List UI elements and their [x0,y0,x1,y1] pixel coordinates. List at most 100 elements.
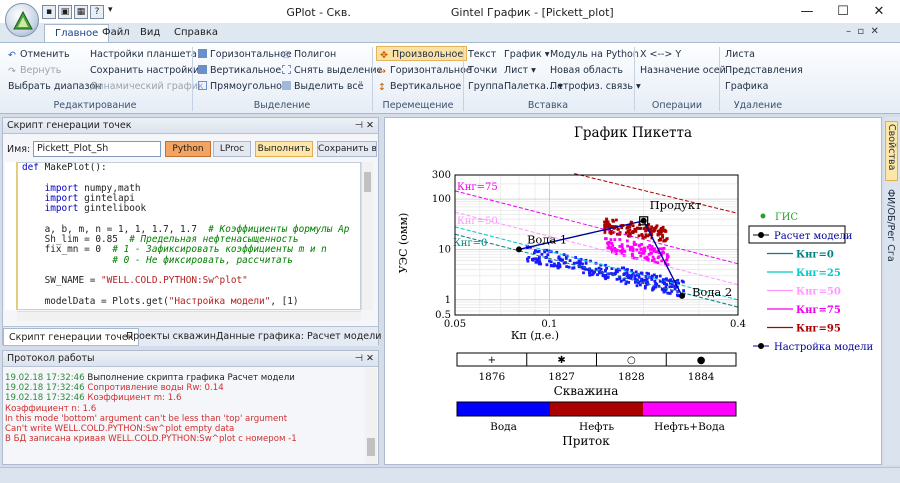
x-tick-label: 0.4 [730,319,746,330]
log-text: В БД записана кривая WELL.COLD.PYTHON:Sw… [5,434,297,445]
maximize-button[interactable]: ☐ [826,2,860,22]
data-point [655,224,659,228]
data-point [680,279,684,283]
polygon-select-button[interactable]: ⬠ Полигон [282,47,336,62]
scroll-thumb[interactable] [364,172,371,192]
code-vertical-scrollbar[interactable] [361,162,373,310]
well-name: 1876 [479,371,506,383]
pin-close-icons[interactable]: ⊣ ✕ [355,351,374,366]
tab-script[interactable]: Скрипт генерации точек [3,328,140,346]
code-line: def MakePlot(): [22,162,107,173]
data-point [615,218,618,222]
side-tab-other[interactable]: ФИ/ОБ/Рег Сга [885,187,896,277]
data-point [618,277,622,281]
data-point [590,273,594,277]
close-button[interactable]: ✕ [862,2,896,22]
data-point [647,253,651,256]
data-point [614,248,618,252]
ribbon-window-controls[interactable]: – ▫ ✕ [846,26,879,37]
insert-points-button[interactable]: Точки [468,63,497,78]
log-scrollbar[interactable] [365,368,377,464]
data-point [608,230,612,234]
legend-item: Кнг=75 [767,305,841,316]
data-point [609,238,613,241]
legend[interactable]: ГИС Расчет модели Кнг=0 Кнг=25 Кнг=50 Кнг=75 К… [748,212,874,353]
move-vertical-button[interactable]: ↕ Вертикальное [378,79,461,94]
data-point [673,284,677,288]
data-point [535,258,539,261]
pin-close-icons[interactable]: ⊣ ✕ [355,118,374,133]
select-range-button[interactable]: Выбрать диапазон [8,79,102,94]
minimize-button[interactable]: — [790,2,824,22]
deselect-icon [282,65,291,74]
log-text: In this mode 'bottom' argument can't be … [5,413,288,424]
side-panel-strip: Свойства ФИ/ОБ/Рег Сга [884,117,900,465]
insert-sheet-label: Лист [504,65,529,76]
insert-text-button[interactable]: Текст [468,47,496,62]
select-horizontal-button[interactable]: Горизонтальное [198,47,292,62]
log-text: Сопротивление воды Rw: 0.14 [87,383,224,394]
delete-sheet-button[interactable]: Листа [725,47,755,62]
data-point [558,258,562,261]
insert-group-button[interactable]: Группа [468,79,504,94]
axis-assign-button[interactable]: Назначение осей [640,63,726,78]
dynamic-graph-button[interactable]: Динамический график [90,79,204,94]
undo-button[interactable]: ↶ Отменить [8,47,70,62]
tab-well-projects[interactable]: Проекты скважин [121,328,221,346]
data-point [661,288,665,292]
new-area-button[interactable]: Новая область [550,63,623,78]
log-line: In this mode 'bottom' argument can't be … [5,414,365,424]
data-point [575,261,579,265]
data-point [631,230,635,233]
delete-view-button[interactable]: Представления [725,63,803,78]
data-point [607,222,611,226]
delete-graph-button[interactable]: Графика [725,79,769,94]
data-point [590,269,594,273]
data-point [641,251,644,255]
python-button[interactable]: Python [165,141,211,157]
group-separator [372,47,373,111]
deselect-button[interactable]: Снять выделение [282,63,382,78]
code-horizontal-scrollbar[interactable] [17,311,361,321]
legend-item: Кнг=25 [767,268,841,279]
data-point [664,278,668,281]
model-point-label: Продукт [650,198,702,212]
data-point [533,251,536,255]
data-point [603,220,606,224]
save-settings-button[interactable]: Сохранить настройки [90,63,199,78]
redo-button[interactable]: ↷ Вернуть [8,63,61,78]
insert-sheet-button[interactable]: Лист ▾ [504,63,536,78]
move-horizontal-button[interactable]: ↔ Горизонтальное [378,63,472,78]
horizontal-arrows-icon: ↔ [378,66,386,77]
data-point [646,245,650,249]
insert-palette-label: Палетка... [504,81,556,92]
app-menu-button[interactable] [5,3,39,37]
side-tab-properties[interactable]: Свойства [885,121,898,181]
pickett-chart[interactable]: График Пикетта Кнг=75 Кнг=50 Кнг=0 Вода 1 П… [385,118,881,464]
tablet-settings-button[interactable]: Настройки планшета [90,47,197,62]
log-text: Коэффициент n: 1.6 [5,403,97,414]
move-free-button[interactable]: ✥ Произвольное [376,46,468,61]
code-editor[interactable]: def MakePlot(): import numpy,math import… [17,162,361,310]
python-module-button[interactable]: Модуль на Python [550,47,639,62]
swap-axes-button[interactable]: X <--> Y [640,47,681,62]
scroll-thumb[interactable] [367,438,375,456]
data-point [638,243,642,247]
data-point [626,244,629,248]
save-to-db-button[interactable]: Сохранить в б [317,141,377,157]
select-rect-button[interactable]: Прямоугольное [198,79,288,94]
petrophys-link-button[interactable]: Петрофиз. связь ▾ [550,79,641,94]
lproc-button[interactable]: LProc [213,141,251,157]
run-button[interactable]: Выполнить [255,141,313,157]
data-point [682,289,685,292]
script-name-input[interactable]: Pickett_Plot_Sh [33,141,161,157]
select-vertical-button[interactable]: Вертикальное [198,63,281,78]
deselect-label: Снять выделение [294,65,383,76]
script-panel-header: Скрипт генерации точек ⊣ ✕ [3,118,378,134]
y-tick-label: 0.5 [435,310,451,321]
select-all-button[interactable]: Выделить всё [282,79,364,94]
model-point [640,217,647,224]
tab-help[interactable]: Справка [164,24,228,42]
well-name: 1827 [548,371,575,383]
insert-graph-button[interactable]: График ▾ [504,47,550,62]
